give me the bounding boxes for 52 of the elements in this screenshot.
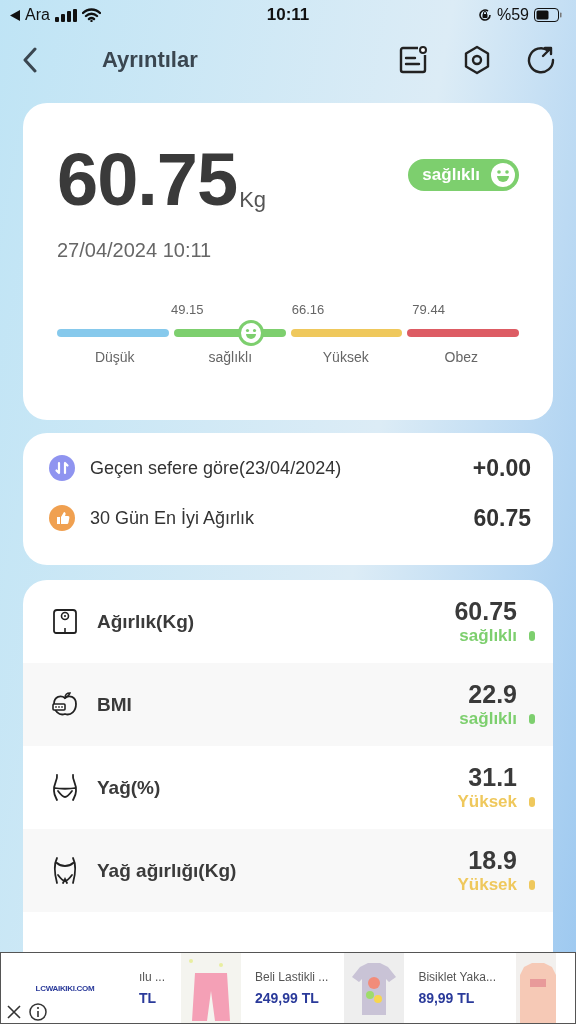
metric-status: sağlıklı <box>459 626 517 646</box>
back-triangle-icon <box>10 9 20 21</box>
range-label: sağlıklı <box>207 349 254 365</box>
smiley-icon <box>490 162 516 188</box>
metric-status: Yüksek <box>457 875 517 895</box>
settings-icon[interactable] <box>462 45 492 75</box>
up-down-arrows-icon <box>49 455 75 481</box>
clock-time: 10:11 <box>266 5 310 25</box>
battery-percent: %59 <box>496 6 529 24</box>
close-icon[interactable] <box>7 1005 21 1019</box>
info-icon[interactable] <box>29 1003 47 1021</box>
range-label: Düşük <box>93 349 136 365</box>
product-name[interactable]: ılu ... <box>139 970 165 984</box>
wifi-icon <box>81 8 101 22</box>
back-icon[interactable] <box>22 47 38 73</box>
rotation-lock-icon <box>477 8 492 22</box>
threshold-value: 66.16 <box>290 302 326 317</box>
signal-icon <box>54 8 77 22</box>
metric-value: 22.9 <box>468 680 517 709</box>
thumbs-up-icon <box>49 505 75 531</box>
metric-label: Yağ(%) <box>97 776 162 799</box>
status-badge: sağlıklı <box>408 159 519 191</box>
comparison-label: Geçen sefere göre(23/04/2024) <box>90 457 343 479</box>
refresh-icon[interactable] <box>526 45 556 75</box>
battery-icon <box>534 8 562 22</box>
metric-value: 31.1 <box>468 763 517 792</box>
product-price[interactable]: 249,99 TL <box>255 990 329 1006</box>
metric-label: BMI <box>97 693 133 716</box>
weight-value: 60.75 <box>57 143 238 217</box>
range-label: Obez <box>443 349 479 365</box>
metric-value: 18.9 <box>468 846 517 875</box>
product-price[interactable]: TL <box>139 990 165 1006</box>
comparison-label: 30 Gün En İyi Ağırlık <box>90 507 256 529</box>
note-icon[interactable] <box>398 45 428 75</box>
brand-logo[interactable]: LCWAIKIKI.COM <box>35 983 95 993</box>
weight-unit: Kg <box>239 187 267 213</box>
range-label: Yüksek <box>321 349 370 365</box>
metric-status: sağlıklı <box>459 709 517 729</box>
metric-label: Yağ ağırlığı(Kg) <box>97 859 238 882</box>
metric-label: Ağırlık(Kg) <box>97 610 196 633</box>
threshold-value: 49.15 <box>170 302 205 317</box>
comparison-value: +0.00 <box>472 454 531 482</box>
product-name[interactable]: Bisiklet Yaka... <box>418 970 496 984</box>
measurement-date: 27/04/2024 10:11 <box>57 239 213 262</box>
comparison-value: 60.75 <box>473 504 531 532</box>
threshold-value: 79.44 <box>411 302 446 317</box>
back-app-label[interactable]: Ara <box>25 6 50 24</box>
product-price[interactable]: 89,99 TL <box>418 990 496 1006</box>
product-name[interactable]: Beli Lastikli ... <box>255 970 329 984</box>
page-title: Ayrıntılar <box>102 47 199 73</box>
metric-value: 60.75 <box>454 597 517 626</box>
metric-status: Yüksek <box>457 792 517 812</box>
